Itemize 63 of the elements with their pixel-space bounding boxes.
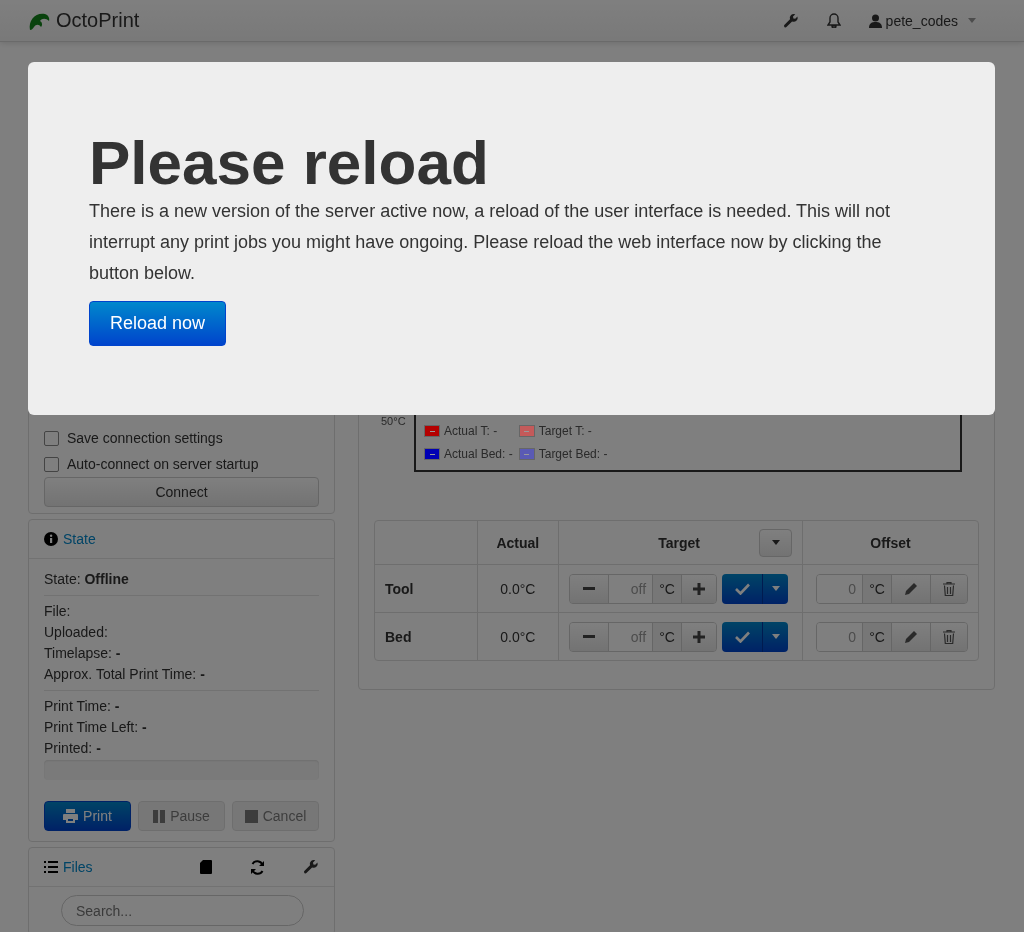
minus-icon [583,635,596,638]
column-header: Offset [802,521,978,564]
list-icon [44,861,58,873]
logo-icon [28,11,50,30]
wrench-icon [303,859,319,875]
apply-button[interactable] [722,573,763,604]
decrease-button[interactable] [570,574,609,603]
caret-icon [771,634,780,639]
wrench-icon [782,12,799,29]
table-cell: 0.0°C [476,612,559,660]
legend-label: Actual T: - [444,424,498,438]
settings-button[interactable] [303,859,319,875]
apply-button[interactable] [722,621,763,652]
connect-button[interactable]: Connect [44,477,319,507]
axis-tick-label: 50°C [381,415,407,427]
settings-button[interactable] [782,12,799,29]
column-header: Target [657,534,701,551]
legend-label: Target T: - [538,424,592,438]
state-line: Approx. Total Print Time: - [44,665,206,684]
state-line: Timelapse: - [44,644,122,663]
checkbox[interactable] [44,430,59,446]
table-cell: 0.0°C [476,564,559,612]
panel-title[interactable]: Files [63,859,93,875]
bell-icon[interactable] [826,13,841,28]
caret-icon [771,586,780,591]
plus-icon [693,582,706,595]
caret-icon [771,540,780,545]
caret-icon [968,18,976,23]
column-header: Actual [476,521,559,564]
refresh-icon[interactable] [250,859,265,875]
minus-icon [583,587,596,590]
print-button[interactable]: Print [44,801,131,831]
increase-button[interactable] [681,574,717,603]
state-line: Print Time Left: - [44,718,148,737]
dropdown-button[interactable] [762,573,789,604]
checkbox-label: Save connection settings [67,430,223,446]
legend-label: Actual Bed: - [444,447,513,461]
state-line: File: [44,602,72,621]
checkbox-label: Auto-connect on server startup [67,456,259,472]
table-cell: Tool [375,564,477,612]
panel-title[interactable]: State [63,531,96,547]
decrease-button[interactable] [570,622,609,651]
check-icon [734,582,750,595]
table-cell: Bed [375,612,477,660]
state-line: Printed: - [44,739,102,758]
increase-button[interactable] [681,622,717,651]
brand-name[interactable]: OctoPrint [56,9,140,32]
dialog-title: Please reload [89,132,490,194]
state-line: State: Offline [44,570,130,589]
search-field[interactable]: Search... [61,895,304,926]
dropdown-button[interactable] [762,621,789,652]
state-line: Uploaded: [44,623,109,642]
plus-icon [693,630,706,643]
check-icon [734,630,750,643]
user-menu[interactable]: pete_codes [868,12,976,29]
info-icon [44,532,58,546]
checkbox[interactable] [44,456,59,472]
user-icon [868,13,882,28]
dialog-message: There is a new version of the server active now, a reload of the user interface is needed. This will not interrupt any print jobs you might have ongoing. Please reload the web interface now by clicking the button below. [89,200,892,285]
reload-button[interactable]: Reload now [89,301,227,346]
state-line: Print Time: - [44,697,121,716]
printer-icon [63,809,79,823]
legend-label: Target Bed: - [538,447,608,461]
